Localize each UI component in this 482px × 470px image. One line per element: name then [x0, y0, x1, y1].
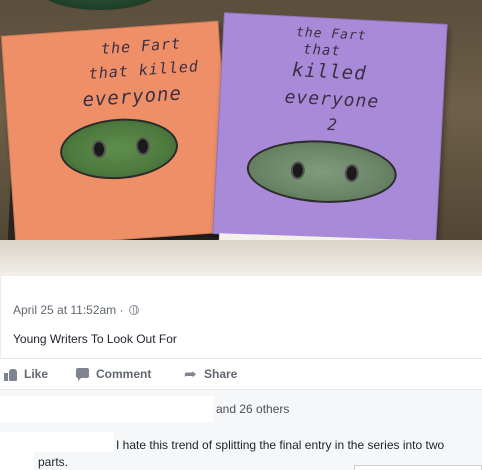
- redacted-commenter-avatar: [0, 452, 34, 470]
- reactions-row: and 26 others: [0, 390, 482, 428]
- drawing-eye-right: [344, 163, 360, 183]
- orange-title-line3: everyone: [81, 82, 183, 112]
- post-caption: Young Writers To Look Out For: [13, 332, 177, 346]
- orange-booklet: the Fart that killed everyone: [0, 20, 234, 248]
- post-timestamp-row: April 25 at 11:52am ·: [13, 303, 139, 317]
- share-button[interactable]: Share: [184, 365, 238, 383]
- purple-title-line2: that: [302, 41, 342, 60]
- orange-title-line2: that killed: [88, 57, 200, 83]
- drawing-eye-left: [290, 161, 306, 180]
- purple-title-line5: 2: [326, 114, 339, 135]
- orange-title-line1: the Fart: [100, 34, 182, 58]
- comment-label: Comment: [96, 367, 152, 381]
- drawing-eye-left: [91, 139, 107, 159]
- post-action-bar: Like Comment Share: [0, 358, 482, 390]
- globe-icon[interactable]: [128, 305, 139, 315]
- purple-title-line4: everyone: [284, 86, 380, 113]
- green-plate: [40, 0, 160, 10]
- speech-bubble-icon: [76, 367, 90, 381]
- like-label: Like: [24, 367, 49, 381]
- share-arrow-icon: [184, 365, 198, 383]
- share-label: Share: [204, 367, 238, 381]
- purple-fart-drawing: [245, 136, 399, 207]
- purple-title-line3: killed: [291, 58, 368, 85]
- orange-fart-drawing: [58, 114, 180, 183]
- table-surface: [0, 240, 482, 276]
- post-meta: April 25 at 11:52am · Young Writers To L…: [0, 276, 482, 358]
- thumbs-up-icon: [4, 368, 18, 381]
- post-timestamp[interactable]: April 25 at 11:52am: [13, 303, 116, 317]
- redacted-reactor-names: [0, 396, 213, 422]
- post-photo[interactable]: the Fart that killed everyone the Fart t…: [0, 0, 482, 276]
- reactions-others-link[interactable]: and 26 others: [216, 402, 289, 416]
- timestamp-separator: ·: [119, 303, 124, 317]
- drawing-eye-right: [135, 136, 151, 156]
- comment-input-edge[interactable]: [354, 465, 482, 470]
- comment-button[interactable]: Comment: [76, 367, 151, 381]
- comment-item: I hate this trend of splitting the final…: [0, 428, 482, 470]
- like-button[interactable]: Like: [4, 367, 48, 381]
- purple-booklet: the Fart that killed everyone 2: [212, 12, 448, 255]
